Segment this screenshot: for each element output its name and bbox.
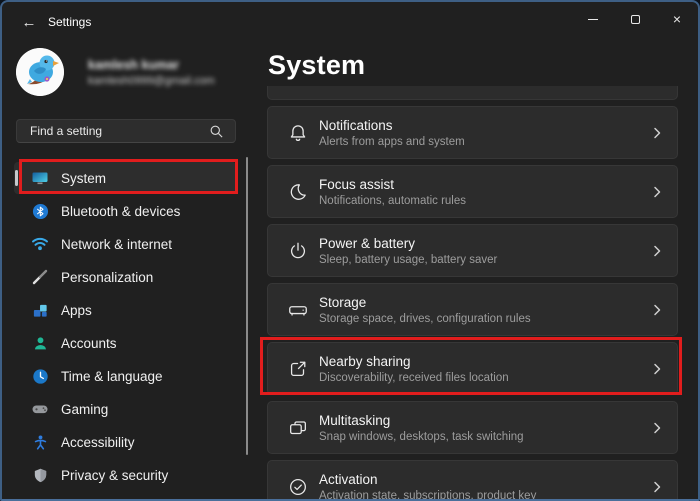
card-notifications[interactable]: Notifications Alerts from apps and syste… [267, 106, 678, 159]
partial-card-above[interactable] [267, 86, 678, 100]
user-email: kamlesh0999@gmail.com [88, 75, 215, 87]
user-info: kamlesh kumar kamlesh0999@gmail.com [88, 58, 215, 87]
bell-icon [286, 122, 310, 144]
card-focus-assist[interactable]: Focus assist Notifications, automatic ru… [267, 165, 678, 218]
card-nearby-sharing[interactable]: Nearby sharing Discoverability, received… [267, 342, 678, 395]
wifi-icon [31, 235, 49, 253]
sidebar-item-label: Bluetooth & devices [61, 204, 180, 219]
minimize-button[interactable] [572, 2, 614, 36]
sidebar-item-privacy-security[interactable]: Privacy & security [14, 459, 236, 491]
card-title: Multitasking [319, 413, 524, 428]
card-subtitle: Storage space, drives, configuration rul… [319, 313, 531, 325]
bird-avatar-image [16, 48, 64, 96]
paintbrush-icon [31, 268, 49, 286]
card-title: Storage [319, 295, 531, 310]
card-activation[interactable]: Activation Activation state, subscriptio… [267, 460, 678, 501]
card-title: Activation [319, 472, 536, 487]
sidebar-item-label: Apps [61, 303, 92, 318]
card-subtitle: Activation state, subscriptions, product… [319, 490, 536, 501]
sidebar-item-personalization[interactable]: Personalization [14, 261, 236, 293]
bluetooth-icon [31, 202, 49, 220]
sidebar-item-label: Personalization [61, 270, 153, 285]
chevron-right-icon [652, 421, 662, 435]
card-subtitle: Alerts from apps and system [319, 136, 465, 148]
search-icon[interactable] [209, 124, 224, 139]
storage-drive-icon [286, 299, 310, 321]
sidebar-nav: System Bluetooth & devices [2, 162, 252, 492]
settings-list: Notifications Alerts from apps and syste… [267, 86, 678, 501]
person-icon [31, 334, 49, 352]
window-controls: × [572, 2, 698, 36]
sidebar-item-apps[interactable]: Apps [14, 294, 236, 326]
sidebar-item-label: Network & internet [61, 237, 172, 252]
chevron-right-icon [652, 244, 662, 258]
sidebar-item-accessibility[interactable]: Accessibility [14, 426, 236, 458]
clock-icon [31, 367, 49, 385]
sidebar-item-label: System [61, 171, 106, 186]
shield-icon [31, 466, 49, 484]
card-subtitle: Notifications, automatic rules [319, 195, 466, 207]
card-title: Focus assist [319, 177, 466, 192]
chevron-right-icon [652, 126, 662, 140]
sidebar-item-gaming[interactable]: Gaming [14, 393, 236, 425]
close-icon: × [673, 12, 681, 26]
accessibility-person-icon [31, 433, 49, 451]
titlebar: ← Settings × [2, 2, 698, 42]
sidebar-item-label: Gaming [61, 402, 108, 417]
chevron-right-icon [652, 185, 662, 199]
overlapping-windows-icon [286, 417, 310, 439]
sidebar-item-network-internet[interactable]: Network & internet [14, 228, 236, 260]
user-profile[interactable]: kamlesh kumar kamlesh0999@gmail.com [16, 48, 215, 96]
card-storage[interactable]: Storage Storage space, drives, configura… [267, 283, 678, 336]
sidebar-item-label: Privacy & security [61, 468, 168, 483]
sidebar-item-accounts[interactable]: Accounts [14, 327, 236, 359]
sidebar-item-time-language[interactable]: Time & language [14, 360, 236, 392]
app-squares-icon [31, 301, 49, 319]
system-monitor-icon [31, 169, 49, 187]
sidebar-item-system[interactable]: System [14, 162, 236, 194]
sidebar-item-bluetooth-devices[interactable]: Bluetooth & devices [14, 195, 236, 227]
card-subtitle: Snap windows, desktops, task switching [319, 431, 524, 443]
gamepad-icon [31, 400, 49, 418]
moon-icon [286, 181, 310, 203]
chevron-right-icon [652, 303, 662, 317]
card-title: Power & battery [319, 236, 497, 251]
chevron-right-icon [652, 362, 662, 376]
card-subtitle: Discoverability, received files location [319, 372, 509, 384]
power-icon [286, 240, 310, 262]
check-circle-icon [286, 476, 310, 498]
back-arrow-icon: ← [22, 14, 37, 31]
close-button[interactable]: × [656, 2, 698, 36]
sidebar-scrollbar[interactable] [246, 157, 248, 455]
minimize-icon [588, 19, 598, 20]
card-multitasking[interactable]: Multitasking Snap windows, desktops, tas… [267, 401, 678, 454]
sidebar-item-label: Time & language [61, 369, 163, 384]
settings-window: ← Settings × [0, 0, 700, 501]
chevron-right-icon [652, 480, 662, 494]
user-name: kamlesh kumar [88, 58, 215, 72]
search-box[interactable] [16, 119, 236, 143]
card-power-battery[interactable]: Power & battery Sleep, battery usage, ba… [267, 224, 678, 277]
page-title: System [268, 50, 365, 81]
window-title: Settings [48, 15, 91, 29]
search-input[interactable] [17, 124, 209, 138]
sidebar-item-label: Accessibility [61, 435, 135, 450]
sidebar-item-label: Accounts [61, 336, 117, 351]
card-title: Nearby sharing [319, 354, 509, 369]
back-button[interactable]: ← [14, 10, 44, 34]
card-subtitle: Sleep, battery usage, battery saver [319, 254, 497, 266]
maximize-icon [631, 15, 640, 24]
avatar [16, 48, 64, 96]
sidebar: kamlesh kumar kamlesh0999@gmail.com [2, 42, 252, 499]
share-arrow-icon [286, 358, 310, 380]
selection-indicator [15, 170, 18, 186]
card-title: Notifications [319, 118, 465, 133]
main-content: System Notifications Alerts from apps an… [252, 42, 698, 499]
maximize-button[interactable] [614, 2, 656, 36]
